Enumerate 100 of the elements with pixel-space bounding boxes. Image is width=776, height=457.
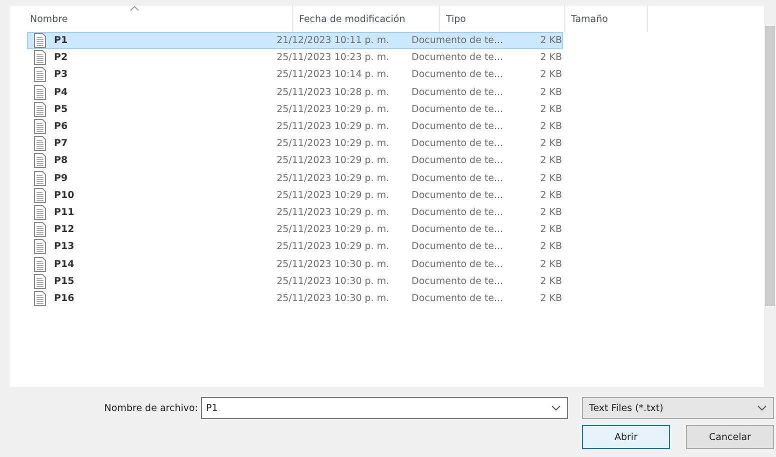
- file-name: P15: [54, 276, 74, 287]
- modified-date: 25/11/2023 10:14 p. m.: [276, 69, 390, 80]
- file-row[interactable]: P10 25/11/2023 10:29 p. m. Documento de te... 2 KB: [27, 186, 563, 204]
- file-name: P1: [54, 35, 68, 46]
- file-row[interactable]: P13 25/11/2023 10:29 p. m. Documento de te... 2 KB: [27, 238, 563, 256]
- modified-date: 25/11/2023 10:29 p. m.: [276, 241, 390, 252]
- document-icon: [34, 33, 46, 48]
- modified-date: 25/11/2023 10:30 p. m.: [276, 258, 390, 270]
- file-size: 2 KB: [539, 155, 562, 166]
- document-icon: [34, 84, 46, 100]
- file-size: 2 KB: [539, 35, 562, 46]
- file-size: 2 KB: [539, 206, 562, 218]
- file-type-dropdown[interactable]: Text Files (*.txt): [582, 397, 774, 419]
- document-icon: [34, 67, 46, 82]
- file-row[interactable]: P5 25/11/2023 10:29 p. m. Documento de te... 2 KB: [27, 100, 563, 118]
- file-row[interactable]: P2 25/11/2023 10:23 p. m. Documento de te... 2 KB: [27, 49, 563, 66]
- file-size: 2 KB: [539, 241, 562, 252]
- file-row[interactable]: P7 25/11/2023 10:29 p. m. Documento de te... 2 KB: [27, 135, 563, 152]
- file-name: P13: [54, 241, 74, 252]
- file-row[interactable]: P3 25/11/2023 10:14 p. m. Documento de te... 2 KB: [27, 66, 563, 84]
- file-size: 2 KB: [539, 138, 562, 150]
- file-size: 2 KB: [539, 69, 562, 80]
- document-icon: [34, 204, 46, 220]
- filename-field[interactable]: P1: [201, 397, 568, 419]
- document-icon: [34, 153, 46, 168]
- document-icon: [34, 256, 46, 272]
- file-size: 2 KB: [539, 104, 562, 115]
- file-type: Documento de te...: [412, 241, 504, 252]
- file-row[interactable]: P1 21/12/2023 10:11 p. m. Documento de te... 2 KB: [27, 32, 563, 50]
- file-row[interactable]: P4 25/11/2023 10:28 p. m. Documento de te... 2 KB: [27, 84, 563, 101]
- modified-date: 25/11/2023 10:29 p. m.: [276, 121, 390, 132]
- modified-date: 25/11/2023 10:28 p. m.: [276, 86, 390, 98]
- file-size: 2 KB: [539, 224, 562, 236]
- modified-date: 25/11/2023 10:30 p. m.: [276, 292, 390, 304]
- document-icon: [34, 136, 46, 152]
- file-row[interactable]: P15 25/11/2023 10:30 p. m. Documento de te... 2 KB: [27, 272, 563, 290]
- file-size: 2 KB: [539, 52, 562, 64]
- modified-date: 25/11/2023 10:29 p. m.: [276, 172, 390, 184]
- file-size: 2 KB: [539, 276, 562, 287]
- filename-label: Nombre de archivo:: [103, 402, 198, 414]
- dialog-button[interactable]: Abrir: [582, 425, 670, 449]
- document-icon: [34, 274, 46, 289]
- file-name: P7: [54, 138, 68, 150]
- document-icon: [34, 119, 46, 134]
- file-type: Documento de te...: [412, 224, 504, 236]
- file-row[interactable]: P8 25/11/2023 10:29 p. m. Documento de te... 2 KB: [27, 152, 563, 170]
- file-type: Documento de te...: [412, 35, 504, 46]
- modified-date: 25/11/2023 10:29 p. m.: [276, 155, 390, 166]
- document-icon: [34, 222, 46, 238]
- file-size: 2 KB: [539, 172, 562, 184]
- file-size: 2 KB: [539, 190, 562, 201]
- file-name: P4: [54, 86, 68, 98]
- file-type: Documento de te...: [412, 69, 504, 80]
- document-icon: [34, 239, 46, 254]
- modified-date: 21/12/2023 10:11 p. m.: [276, 35, 390, 46]
- file-row[interactable]: P9 25/11/2023 10:29 p. m. Documento de te... 2 KB: [27, 170, 563, 187]
- file-type: Documento de te...: [412, 86, 504, 98]
- modified-date: 25/11/2023 10:29 p. m.: [276, 206, 390, 218]
- file-type: Documento de te...: [412, 258, 504, 270]
- modified-date: 25/11/2023 10:29 p. m.: [276, 224, 390, 236]
- file-name: P3: [54, 69, 68, 80]
- document-icon: [34, 102, 46, 117]
- file-size: 2 KB: [539, 292, 562, 304]
- modified-date: 25/11/2023 10:29 p. m.: [276, 104, 390, 115]
- file-name: P12: [54, 224, 74, 236]
- file-name: P8: [54, 155, 68, 166]
- file-type: Documento de te...: [412, 104, 504, 115]
- file-type: Documento de te...: [412, 276, 504, 287]
- file-type: Documento de te...: [412, 292, 504, 304]
- file-type: Documento de te...: [412, 52, 504, 64]
- file-size: 2 KB: [539, 258, 562, 270]
- dropdown-chevron-icon[interactable]: [757, 405, 767, 411]
- file-type: Documento de te...: [412, 138, 504, 150]
- file-type: Documento de te...: [412, 190, 504, 201]
- document-icon: [34, 170, 46, 186]
- file-type: Documento de te...: [412, 121, 504, 132]
- modified-date: 25/11/2023 10:30 p. m.: [276, 276, 390, 287]
- column-header[interactable]: Tamaño: [565, 6, 648, 32]
- file-row[interactable]: P14 25/11/2023 10:30 p. m. Documento de te... 2 KB: [27, 255, 563, 273]
- file-name: P5: [54, 104, 68, 115]
- file-name: P16: [54, 292, 74, 304]
- file-type: Documento de te...: [412, 206, 504, 218]
- file-row[interactable]: P6 25/11/2023 10:29 p. m. Documento de te... 2 KB: [27, 118, 563, 136]
- file-name: P2: [54, 52, 68, 64]
- file-name: P14: [54, 258, 74, 270]
- file-size: 2 KB: [539, 121, 562, 132]
- document-icon: [34, 50, 46, 66]
- file-row[interactable]: P11 25/11/2023 10:29 p. m. Documento de te... 2 KB: [27, 204, 563, 222]
- file-name: P10: [54, 190, 74, 201]
- dropdown-chevron-icon[interactable]: [551, 405, 561, 411]
- file-row[interactable]: P16 25/11/2023 10:30 p. m. Documento de te... 2 KB: [27, 290, 563, 307]
- file-size: 2 KB: [539, 86, 562, 98]
- file-type: Documento de te...: [412, 172, 504, 184]
- dialog-button[interactable]: Cancelar: [686, 425, 774, 449]
- file-name: P11: [54, 206, 74, 218]
- modified-date: 25/11/2023 10:29 p. m.: [276, 138, 390, 150]
- file-name: P9: [54, 172, 68, 184]
- file-row[interactable]: P12 25/11/2023 10:29 p. m. Documento de te... 2 KB: [27, 221, 563, 238]
- modified-date: 25/11/2023 10:23 p. m.: [276, 52, 390, 64]
- scroll-thumb[interactable]: [765, 26, 775, 306]
